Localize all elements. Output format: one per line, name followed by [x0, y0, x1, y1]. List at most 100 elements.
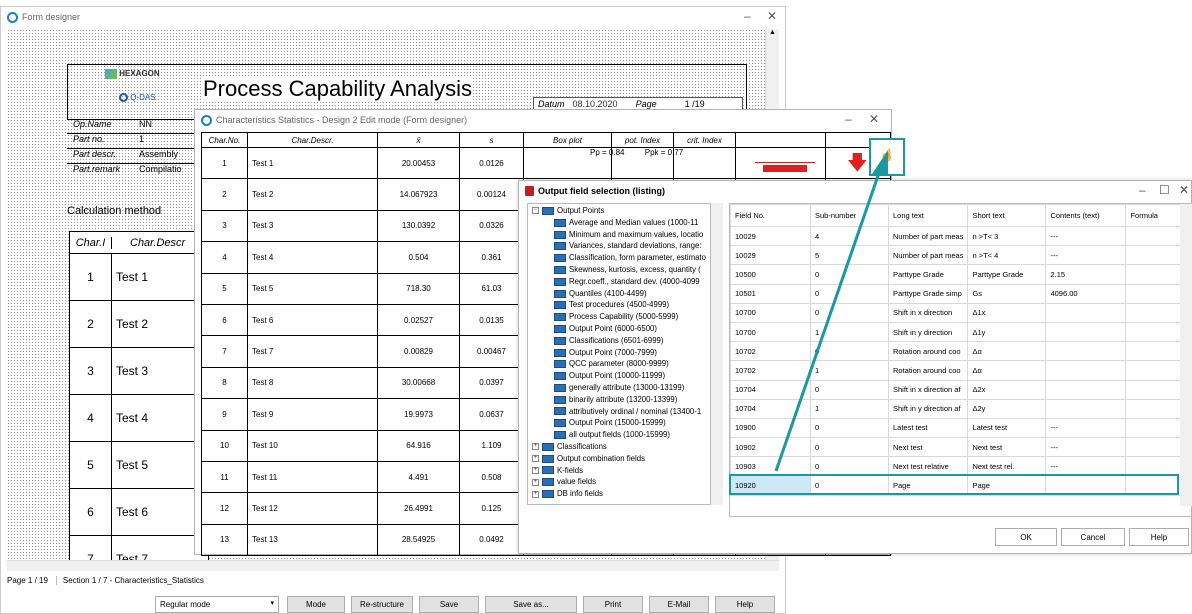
tree-item-label: Classifications (6501-6999) — [569, 335, 664, 345]
save-button[interactable]: Save — [419, 596, 479, 613]
field-cell — [1125, 437, 1182, 458]
field-cell — [1125, 360, 1182, 381]
field-cell — [1045, 302, 1127, 323]
table-row[interactable]: 10500 0 Parttype Grade Parttype Grade 2.15 — [730, 264, 1182, 285]
table-row[interactable]: 10029 4 Number of part meas n >T< 3 --- — [730, 225, 1182, 247]
tree-item[interactable]: Output Point (6000-6500) — [528, 323, 710, 335]
field-cell: 0 — [810, 341, 889, 362]
close-button[interactable]: ✕ — [767, 9, 777, 23]
tree-item[interactable]: − Output Points — [528, 205, 710, 217]
tree-item[interactable]: Classification, form parameter, estimato — [528, 252, 710, 264]
expander-icon[interactable]: − — [532, 207, 539, 215]
tree-item[interactable]: + K-fields — [528, 465, 710, 477]
expander-icon[interactable]: + — [532, 455, 539, 463]
field-cell — [1125, 283, 1182, 304]
field-vscroll[interactable] — [1180, 204, 1192, 506]
folder-icon — [554, 336, 566, 345]
tree-item[interactable]: Quantiles (4100-4499) — [528, 288, 710, 300]
table-row[interactable]: 10029 5 Number of part meas n >T< 4 --- — [730, 245, 1182, 266]
tree-item[interactable]: + DB info fields — [528, 488, 710, 500]
folder-icon — [554, 383, 566, 392]
table-row: 4 Test 4 — [70, 395, 208, 442]
tree-item[interactable]: Regr.coeff., standard dev. (4000-4099 — [528, 276, 710, 288]
table-row[interactable]: 10702 0 Rotation around coo Δα — [730, 341, 1182, 362]
print-button[interactable]: Print — [583, 596, 643, 613]
arrow-down-icon: 🡇 — [847, 152, 868, 174]
mode-select[interactable]: Regular mode ▾ — [155, 596, 279, 613]
restructure-button[interactable]: Re-structure — [351, 596, 413, 613]
tree-item[interactable]: QCC parameter (8000-9999) — [528, 358, 710, 370]
tree-item[interactable]: Output Point (7000-7999) — [528, 347, 710, 359]
tree-item[interactable]: attributively ordinal / nominal (13400-1 — [528, 406, 710, 418]
cell-descr: Test 11 — [247, 460, 378, 494]
table-row[interactable]: 10702 1 Rotation around coo Δα — [730, 360, 1182, 381]
table-row[interactable]: 10704 1 Shift in y direction af Δ2y — [730, 398, 1182, 419]
row-descr: Test 3 — [116, 364, 149, 378]
tree-item[interactable]: Output Point (15000-15999) — [528, 417, 710, 429]
expander-icon[interactable]: + — [532, 443, 539, 451]
tree-item-label: Classifications — [557, 441, 607, 451]
expander-icon[interactable]: + — [532, 490, 539, 498]
tree-item[interactable]: + value fields — [528, 476, 710, 488]
drag-handle[interactable]: ☝ — [869, 138, 905, 176]
scroll-up-arrow[interactable]: ▲ — [766, 29, 779, 41]
minimize-button[interactable]: – — [744, 9, 751, 23]
save-as-button[interactable]: Save as... — [485, 596, 577, 613]
maximize-button[interactable]: ☐ — [1159, 183, 1170, 197]
minimize-button[interactable]: – — [845, 112, 852, 126]
field-tree[interactable]: − Output Points Average and Median values … — [527, 203, 711, 505]
tree-item[interactable]: binarily attribute (13200-13399) — [528, 394, 710, 406]
mode-button[interactable]: Mode — [287, 596, 345, 613]
tree-item[interactable]: Minimum and maximum values, locatio — [528, 229, 710, 241]
table-row[interactable]: 10700 0 Shift in x direction Δ1x — [730, 302, 1182, 323]
close-button[interactable]: ✕ — [1179, 183, 1189, 197]
help-button[interactable]: Help — [1129, 528, 1189, 546]
tree-item[interactable]: all output fields (1000-15999) — [528, 429, 710, 441]
help-button[interactable]: Help — [715, 596, 775, 613]
table-row[interactable]: 10902 0 Next test Next test --- — [730, 437, 1182, 458]
field-value: NN — [139, 119, 152, 129]
field-cell: 4096.00 — [1045, 283, 1127, 304]
field-cell: 10501 — [730, 283, 811, 304]
tree-item[interactable]: + Output combination fields — [528, 453, 710, 465]
field-cell: 10029 — [730, 225, 811, 247]
field-cell: 5 — [810, 245, 889, 266]
tree-item[interactable]: generally attribute (13000-13199) — [528, 382, 710, 394]
field-cell: 4 — [810, 225, 889, 247]
cell-s: 0.125 — [459, 492, 524, 525]
cancel-button[interactable]: Cancel — [1061, 528, 1125, 546]
ok-button[interactable]: OK — [995, 528, 1057, 546]
expander-icon[interactable]: + — [532, 466, 539, 474]
tree-item[interactable]: + Classifications — [528, 441, 710, 453]
field-cell: Latest test — [967, 417, 1047, 439]
close-button[interactable]: ✕ — [869, 112, 879, 126]
folder-icon — [542, 442, 554, 451]
char-stats-title: Characteristics Statistics - Design 2 Ed… — [216, 115, 468, 125]
table-row[interactable]: 10704 0 Shift in x direction af Δ2x — [730, 379, 1182, 400]
tree-item[interactable]: Average and Median values (1000-11 — [528, 217, 710, 229]
canvas-hscroll[interactable] — [7, 560, 779, 571]
cell-char-no: 10 — [201, 429, 248, 462]
hexagon-logo-icon — [105, 69, 117, 79]
tree-vscroll[interactable] — [711, 203, 723, 505]
tree-item[interactable]: Classifications (6501-6999) — [528, 335, 710, 347]
tree-item[interactable]: Skewness, kurtosis, excess, quantity ( — [528, 264, 710, 276]
folder-icon — [554, 348, 566, 357]
cell-char-no: 7 — [201, 335, 248, 368]
table-row[interactable]: 10700 1 Shift in y direction Δ1y — [730, 321, 1182, 343]
tree-item[interactable]: Variances, standard deviations, range: — [528, 240, 710, 252]
cell-mean: 64.916 — [377, 429, 460, 462]
folder-icon — [554, 265, 566, 274]
table-row[interactable]: 10501 0 Parttype Grade simp Gs 4096.00 — [730, 283, 1182, 304]
expander-icon[interactable]: + — [532, 478, 539, 486]
field-cell — [1125, 341, 1182, 362]
email-button[interactable]: E-Mail — [649, 596, 709, 613]
tree-item-label: Quantiles (4100-4499) — [569, 288, 647, 298]
folder-icon — [554, 230, 566, 239]
tree-item[interactable]: Test procedures (4500-4999) — [528, 299, 710, 311]
cell-s: 0.0326 — [459, 209, 524, 243]
tree-item[interactable]: Output Point (10000-11999) — [528, 370, 710, 382]
minimize-button[interactable]: – — [1139, 183, 1146, 197]
table-row[interactable]: 10900 0 Latest test Latest test --- — [730, 417, 1182, 439]
tree-item[interactable]: Process Capability (5000-5999) — [528, 311, 710, 323]
